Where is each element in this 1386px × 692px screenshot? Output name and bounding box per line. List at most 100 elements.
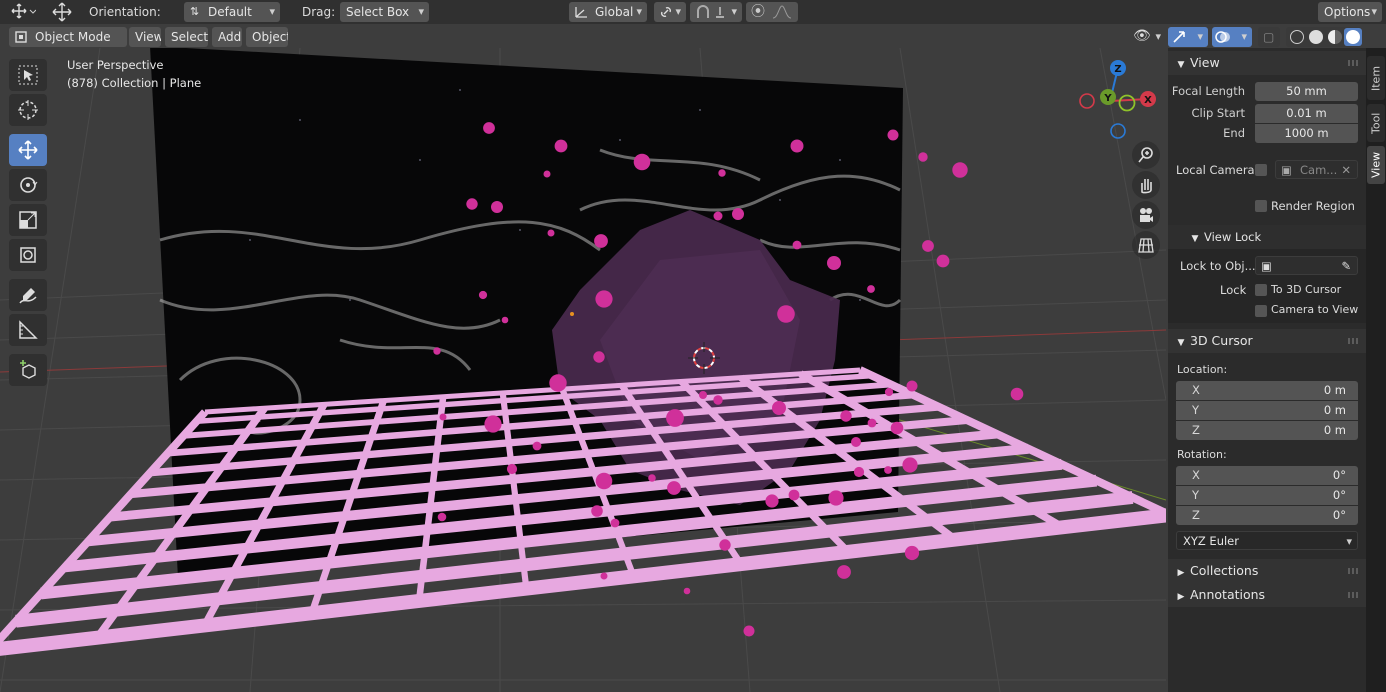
solid-shading-icon[interactable] — [1309, 30, 1323, 44]
drag-grip-icon[interactable] — [1348, 60, 1360, 66]
local-camera-checkbox[interactable] — [1255, 164, 1267, 176]
particle — [904, 545, 920, 561]
cursor-section-header[interactable]: ▼ 3D Cursor — [1168, 329, 1366, 353]
location-y-field[interactable]: Y0 m — [1176, 401, 1358, 420]
camera-view-button[interactable] — [1132, 201, 1160, 229]
rotation-y-field[interactable]: Y 0° — [1176, 486, 1358, 505]
gizmo-icon — [1173, 31, 1185, 43]
transform-orientation-dropdown[interactable]: Global — [569, 2, 647, 22]
particle — [699, 391, 707, 399]
lock-to-object-label: Lock to Obj... — [1180, 259, 1256, 273]
xray-toggle[interactable]: ▢ — [1258, 27, 1280, 47]
gizmo-toggle[interactable] — [1168, 27, 1208, 47]
eyedropper-icon[interactable]: ✎ — [1341, 257, 1351, 276]
pivot-dropdown[interactable] — [654, 2, 686, 22]
overlay-toggle[interactable] — [1212, 27, 1252, 47]
menu-add[interactable]: Add — [212, 27, 242, 47]
rotate-tool[interactable] — [9, 169, 47, 201]
particle — [884, 387, 894, 397]
transform-tool[interactable] — [9, 239, 47, 271]
focal-length-field[interactable]: 50 mm — [1255, 82, 1358, 101]
clip-end-label: End — [1223, 126, 1245, 140]
to-3d-cursor-checkbox[interactable] — [1255, 284, 1267, 296]
move-tool[interactable] — [9, 134, 47, 166]
particle — [483, 122, 495, 134]
location-label: Location: — [1177, 363, 1228, 376]
add-cube-tool[interactable] — [9, 354, 47, 386]
scene-render[interactable] — [0, 48, 1166, 692]
camera-to-view-checkbox[interactable] — [1255, 305, 1267, 317]
link-icon — [661, 7, 671, 17]
particle — [648, 474, 656, 482]
particle — [902, 457, 918, 473]
particle — [491, 201, 503, 213]
rotate-icon — [20, 177, 38, 193]
clear-icon[interactable]: ✕ — [1341, 161, 1351, 180]
rotation-z-field[interactable]: Z 0° — [1176, 506, 1358, 525]
annotate-tool[interactable] — [9, 279, 47, 311]
drag-grip-icon[interactable] — [1348, 338, 1360, 344]
tab-tool[interactable]: Tool — [1367, 104, 1385, 142]
editor-type-button[interactable] — [4, 2, 40, 22]
mode-dropdown[interactable]: Object Mode — [9, 27, 127, 47]
collections-section-header[interactable]: ▶ Collections — [1168, 559, 1366, 583]
view-section-title: View — [1190, 55, 1220, 70]
cursor-section-title: 3D Cursor — [1190, 333, 1253, 348]
annotations-section-header[interactable]: ▶ Annotations — [1168, 583, 1366, 607]
wireframe-shading-icon[interactable] — [1290, 30, 1304, 44]
location-x-field[interactable]: X0 m — [1176, 381, 1358, 400]
select-box-tool[interactable] — [9, 59, 47, 91]
particle — [610, 518, 620, 528]
move-tool-icon[interactable] — [50, 1, 74, 23]
visibility-dropdown[interactable]: 👁 — [1130, 27, 1166, 47]
clip-start-field[interactable]: 0.01 m — [1255, 104, 1358, 123]
3d-viewport[interactable]: User Perspective (878) Collection | Plan… — [0, 48, 1166, 692]
view-lock-title: View Lock — [1204, 230, 1262, 244]
view-section-header[interactable]: ▼ View — [1168, 51, 1366, 75]
snap-dropdown[interactable] — [690, 2, 742, 22]
particle — [667, 481, 681, 495]
orientation-dropdown[interactable]: ⇅ Default — [184, 2, 280, 22]
camera-to-view-label: Camera to View — [1271, 303, 1359, 316]
particle — [554, 139, 568, 153]
rotation-x-field[interactable]: X 0° — [1176, 466, 1358, 485]
local-camera-field[interactable]: ▣ Cam... ✕ — [1275, 160, 1358, 179]
rotation-mode-dropdown[interactable]: XYZ Euler — [1176, 531, 1358, 550]
hand-icon — [1141, 179, 1152, 194]
navigation-gizmo[interactable]: Z X Y — [1076, 58, 1164, 146]
magnet-icon — [697, 5, 709, 18]
tab-item[interactable]: Item — [1367, 56, 1385, 100]
orientation-value: Default — [208, 5, 252, 19]
cursor-tool[interactable] — [9, 94, 47, 126]
view-lock-subheader[interactable]: ▼ View Lock — [1168, 225, 1366, 249]
menu-select[interactable]: Select — [165, 27, 208, 47]
drag-grip-icon[interactable] — [1348, 592, 1360, 598]
render-region-checkbox[interactable] — [1255, 200, 1267, 212]
location-z-field[interactable]: Z0 m — [1176, 421, 1358, 440]
menu-object[interactable]: Object — [246, 27, 288, 47]
particle — [952, 162, 968, 178]
perspective-toggle-button[interactable] — [1132, 231, 1160, 259]
material-shading-icon[interactable] — [1328, 30, 1342, 44]
zoom-button[interactable] — [1132, 141, 1160, 169]
particle — [593, 351, 605, 363]
measure-tool[interactable] — [9, 314, 47, 346]
pencil-icon — [19, 288, 37, 304]
options-dropdown[interactable]: Options — [1318, 2, 1382, 22]
annotations-title: Annotations — [1190, 587, 1266, 602]
proportional-edit-group[interactable]: ⦿ — [746, 2, 798, 22]
menu-view[interactable]: View — [129, 27, 161, 47]
tab-view[interactable]: View — [1367, 146, 1385, 184]
scale-tool[interactable] — [9, 204, 47, 236]
drag-grip-icon[interactable] — [1348, 568, 1360, 574]
pan-button[interactable] — [1132, 171, 1160, 199]
options-label: Options — [1324, 5, 1371, 19]
clip-end-field[interactable]: 1000 m — [1255, 124, 1358, 143]
object-origin — [570, 312, 574, 316]
lock-to-object-field[interactable]: ▣ ✎ — [1255, 256, 1358, 275]
rendered-shading-icon[interactable] — [1344, 28, 1362, 46]
render-region-label: Render Region — [1271, 199, 1355, 213]
drag-dropdown[interactable]: Select Box — [340, 2, 429, 22]
particle — [828, 490, 844, 506]
particle — [532, 441, 542, 451]
